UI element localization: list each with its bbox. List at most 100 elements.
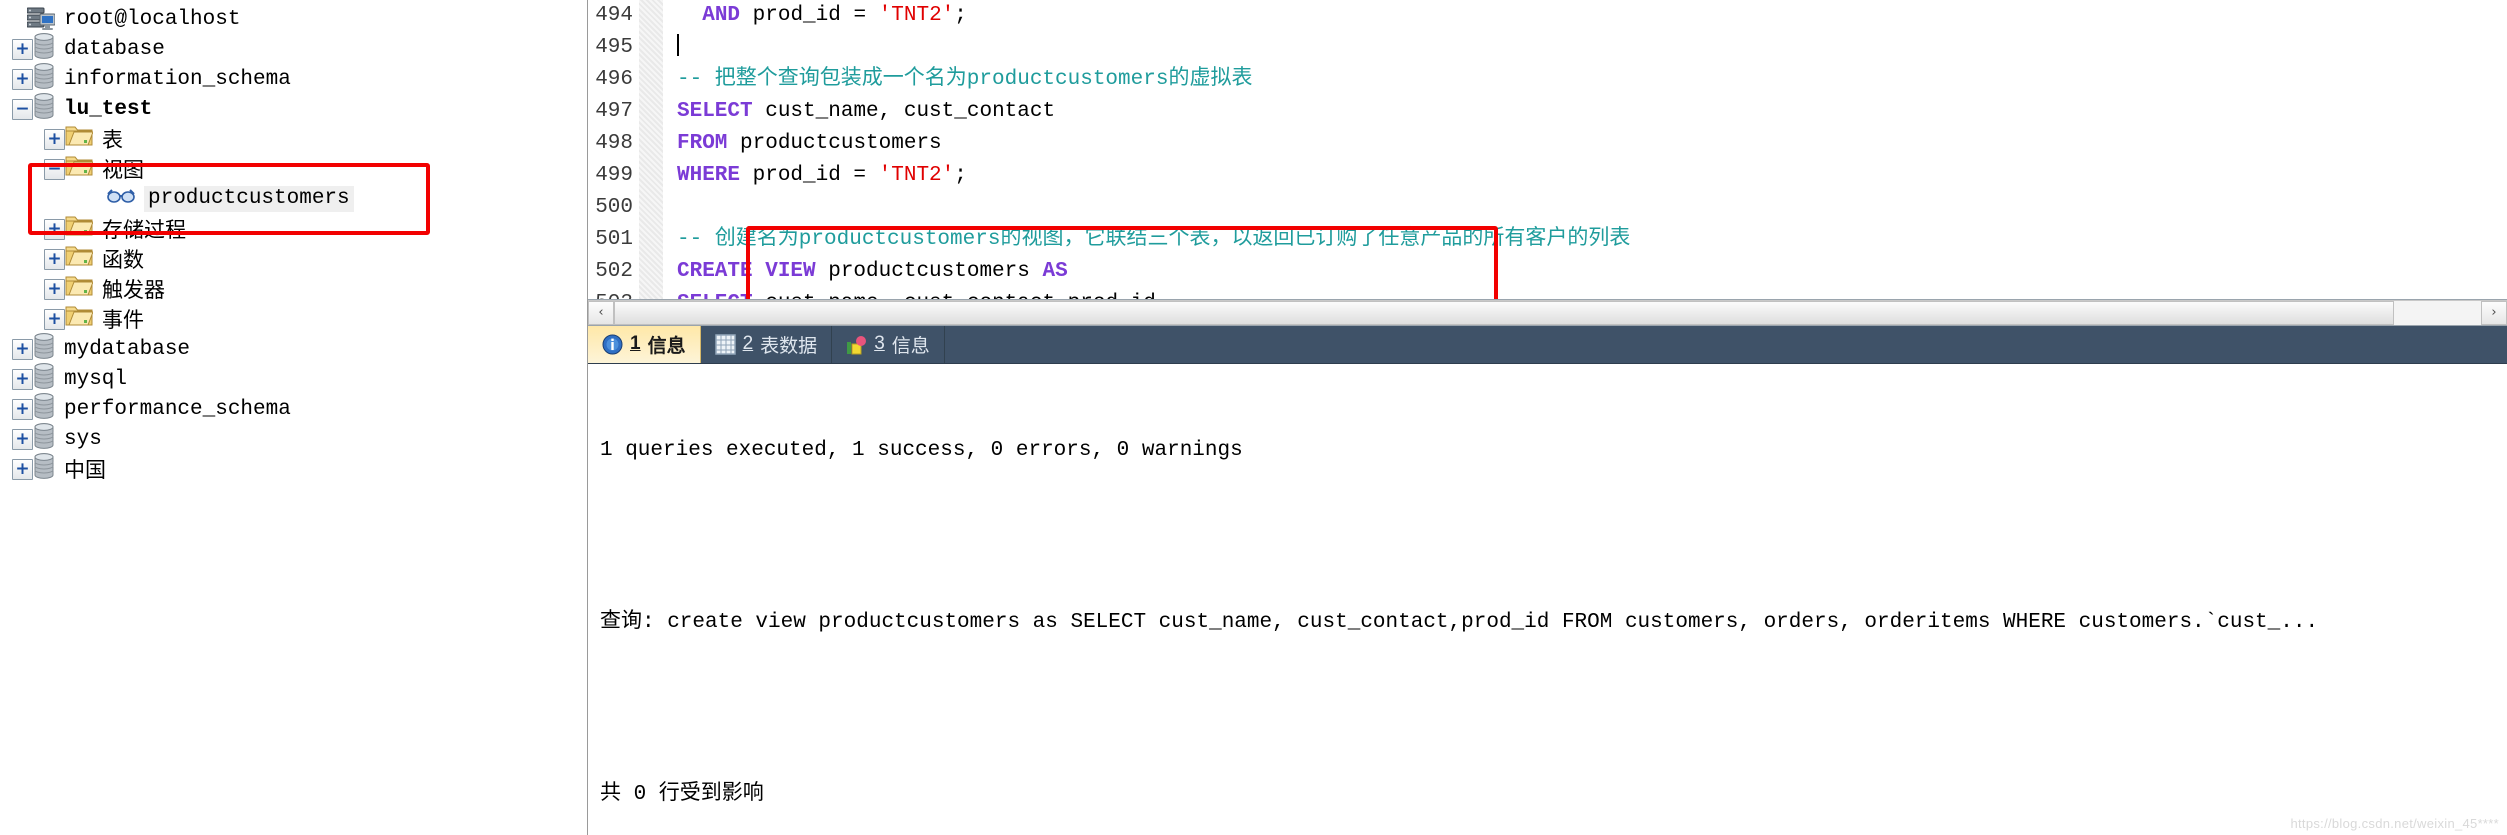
- expand-icon[interactable]: +: [12, 368, 33, 390]
- code-token-kw: CREATE VIEW: [677, 260, 816, 283]
- tree-item-label: mysql: [64, 367, 128, 391]
- database-icon: [33, 92, 55, 126]
- results-tabbar[interactable]: 1 信息 2 表数据 3 信息: [588, 325, 2507, 364]
- tab-label: 表数据: [760, 335, 818, 357]
- expand-icon[interactable]: +: [12, 398, 33, 420]
- code-token-kw: FROM: [677, 132, 728, 155]
- expand-icon[interactable]: +: [44, 248, 65, 270]
- tree-item-mysql[interactable]: + mysql: [0, 362, 587, 396]
- results-panel: 1 信息 2 表数据 3 信息 1 queries executed, 1 success…: [588, 325, 2507, 835]
- tree-item-information_schema[interactable]: + information_schema: [0, 62, 587, 94]
- tab-label: 信息: [647, 335, 686, 357]
- code-token-op: productcustomers: [815, 260, 1043, 283]
- tree-item-label: 触发器: [102, 281, 165, 304]
- tab-number: 1: [630, 333, 641, 355]
- info-icon: [602, 334, 623, 355]
- line-number: 500: [595, 196, 633, 219]
- tree-item-label: productcustomers: [144, 186, 354, 212]
- expand-icon[interactable]: +: [44, 218, 65, 240]
- code-token-kw: SELECT: [677, 292, 753, 299]
- tree-item-productcustomers[interactable]: productcustomers: [0, 184, 587, 214]
- tree-item-表[interactable]: + 表: [0, 124, 587, 154]
- folder-icon: [65, 214, 94, 244]
- scrollbar-thumb[interactable]: [614, 300, 2394, 325]
- collapse-icon[interactable]: −: [44, 158, 65, 180]
- main-pane: 4944954964974984995005015025035045055065…: [588, 0, 2507, 835]
- tree-item-performance_schema[interactable]: + performance_schema: [0, 392, 587, 424]
- expand-icon[interactable]: +: [12, 338, 33, 360]
- scroll-left-button[interactable]: ‹: [588, 300, 614, 325]
- expand-icon[interactable]: +: [44, 308, 65, 330]
- tree-item-视图[interactable]: − 视图: [0, 154, 587, 184]
- code-line[interactable]: [677, 32, 2507, 64]
- navicat-window: root@localhost + database + information_sch…: [0, 0, 2507, 835]
- expand-icon[interactable]: +: [12, 68, 33, 90]
- tree-item-label: 存储过程: [102, 221, 186, 244]
- line-number: 501: [595, 228, 633, 251]
- code-token-op: prod_id =: [740, 164, 879, 187]
- scrollbar-track[interactable]: [614, 300, 2481, 325]
- line-number-gutter: 4944954964974984995005015025035045055065…: [588, 0, 663, 299]
- code-line[interactable]: [677, 192, 2507, 224]
- expand-icon[interactable]: +: [12, 38, 33, 60]
- tree-item-label: 表: [102, 131, 123, 154]
- line-number: 497: [595, 100, 633, 123]
- collapse-icon[interactable]: −: [12, 98, 33, 120]
- database-icon: [33, 362, 55, 396]
- expand-icon[interactable]: +: [44, 278, 65, 300]
- expand-icon[interactable]: +: [44, 128, 65, 150]
- tree-item-mydatabase[interactable]: + mydatabase: [0, 332, 587, 364]
- scroll-right-button[interactable]: ›: [2481, 300, 2507, 325]
- tree-item-触发器[interactable]: + 触发器: [0, 274, 587, 304]
- sql-editor[interactable]: 4944954964974984995005015025035045055065…: [588, 0, 2507, 300]
- tree-item-中国[interactable]: + 中国: [0, 452, 587, 486]
- tree-item-存储过程[interactable]: + 存储过程: [0, 214, 587, 244]
- tree-item-label: lu_test: [64, 97, 153, 121]
- code-line[interactable]: -- 把整个查询包装成一个名为productcustomers的虚拟表: [677, 64, 2507, 96]
- tree-item-sys[interactable]: + sys: [0, 422, 587, 454]
- line-number: 498: [595, 132, 633, 155]
- code-line[interactable]: FROM productcustomers: [677, 128, 2507, 160]
- code-line[interactable]: WHERE prod_id = 'TNT2';: [677, 160, 2507, 192]
- watermark-text: https://blog.csdn.net/weixin_45****: [2290, 816, 2499, 831]
- tree-item-connection[interactable]: root@localhost: [0, 4, 587, 34]
- grid-icon: [714, 334, 736, 355]
- results-tab-2[interactable]: 2 表数据: [701, 325, 833, 363]
- tree-item-label: root@localhost: [64, 7, 241, 31]
- folder-icon: [65, 244, 94, 274]
- line-number: 503: [588, 288, 663, 299]
- code-token-op: cust_name, cust_contact: [752, 100, 1056, 123]
- expand-icon[interactable]: +: [12, 458, 33, 480]
- editor-horizontal-scrollbar[interactable]: ‹ ›: [588, 299, 2507, 326]
- tab-number: 2: [742, 333, 754, 355]
- code-line[interactable]: SELECT cust_name, cust_contact: [677, 96, 2507, 128]
- folder-icon: [65, 124, 94, 154]
- tree-item-函数[interactable]: + 函数: [0, 244, 587, 274]
- code-token-cmt: -- 创建名为productcustomers的视图，它联结三个表，以返回已订购…: [677, 228, 1631, 251]
- tree-item-database[interactable]: + database: [0, 32, 587, 64]
- sql-code-area[interactable]: AND prod_id = 'TNT2'; -- 把整个查询包装成一个名为prod…: [663, 0, 2507, 299]
- database-icon: [33, 452, 55, 486]
- tree-item-label: 函数: [102, 251, 144, 274]
- executed-query-text: 查询: create view productcustomers as SELE…: [600, 610, 2319, 634]
- view-icon: [107, 188, 135, 211]
- tree-item-label: mydatabase: [64, 337, 191, 361]
- expand-icon[interactable]: +: [12, 428, 33, 450]
- code-line[interactable]: AND prod_id = 'TNT2';: [677, 0, 2507, 32]
- results-tab-3[interactable]: 3 信息: [832, 325, 945, 363]
- code-token-op: [677, 4, 702, 27]
- line-number: 494: [595, 4, 633, 27]
- tree-item-label: database: [64, 37, 165, 61]
- tree-item-list: + database + information_schema − lu_test + 表 − 视…: [0, 32, 587, 486]
- code-line[interactable]: SELECT cust_name, cust_contact,prod_id: [677, 288, 2507, 299]
- object-tree-sidebar[interactable]: root@localhost + database + information_sch…: [0, 0, 588, 835]
- results-tab-1[interactable]: 1 信息: [588, 325, 701, 363]
- folder-icon: [65, 154, 94, 184]
- tree-item-事件[interactable]: + 事件: [0, 304, 587, 334]
- code-line[interactable]: CREATE VIEW productcustomers AS: [677, 256, 2507, 288]
- tree-item-lu_test[interactable]: − lu_test: [0, 92, 587, 126]
- line-number: 502: [595, 260, 633, 283]
- code-token-op: prod_id =: [740, 4, 879, 27]
- code-line[interactable]: -- 创建名为productcustomers的视图，它联结三个表，以返回已订购…: [677, 224, 2507, 256]
